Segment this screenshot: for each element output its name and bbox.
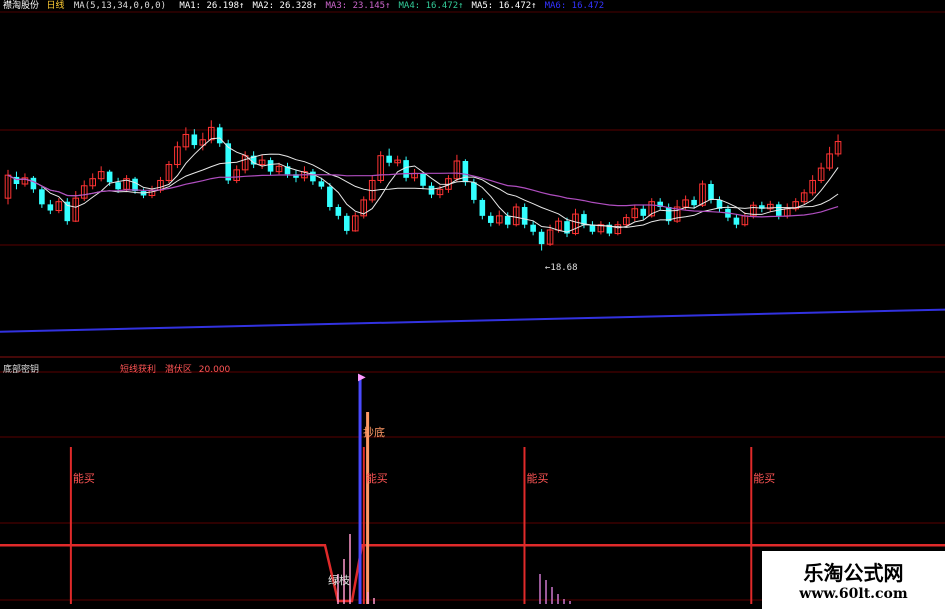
candle-body-down (344, 215, 350, 231)
low-price-marker: ←18.68 (545, 263, 578, 273)
candle-body-down (462, 161, 469, 183)
watermark-title: 乐淘公式网 (803, 561, 904, 585)
candle-body-down (115, 182, 121, 190)
buy-signal-label: 能买 (365, 472, 388, 485)
candle-body-down (428, 185, 435, 195)
stock-chart-window: 襟淘股份 日线 MA(5,13,34,0,0,0) MA1: 26.198↑ MA… (0, 0, 945, 609)
buy-signal-label: 能买 (526, 472, 549, 485)
candle-body-down (530, 224, 536, 232)
candle-body-down (106, 171, 113, 183)
watermark: 乐淘公式网 www.60lt.com (762, 551, 945, 609)
candle-body-down (327, 186, 333, 207)
long-ma-line (0, 308, 945, 333)
indicator-name[interactable]: 底部密钥 (3, 365, 39, 375)
candle-body-down (335, 207, 342, 216)
candle-body-down (267, 160, 274, 172)
candle-body-down (733, 217, 740, 225)
long-moving-average (0, 308, 945, 333)
candle-series (4, 120, 842, 251)
buy-signal-label: 能买 (753, 472, 776, 485)
candle-body-down (420, 173, 426, 186)
param-label: 短线获利 (120, 365, 157, 375)
candle-body-down (64, 201, 71, 222)
candle-body-down (691, 199, 697, 206)
candle-body-down (30, 177, 37, 190)
candle-body-down (191, 134, 198, 146)
param-value: 20.000 (198, 365, 231, 375)
arrow-marker: ▶ (358, 372, 366, 383)
candle-body-down (310, 171, 316, 182)
param-zone: 潜伏区 (164, 365, 192, 375)
indicator-header: 底部密钥 (3, 362, 39, 375)
candle-body-down (132, 178, 138, 192)
indicator-params: 短线获利 潜伏区 20.000 (120, 362, 230, 375)
candle-body-down (504, 215, 511, 225)
grid-lines (0, 11, 945, 601)
candle-body-down (216, 127, 223, 144)
buy-signal-label: 能买 (72, 472, 95, 485)
low-label: 绿枝 (328, 574, 350, 587)
candlestick-chart[interactable] (0, 0, 945, 609)
candle-body-down (386, 155, 392, 163)
candle-body-down (708, 184, 714, 200)
candle-body-down (318, 181, 325, 187)
candle-body-down (39, 189, 45, 205)
candle-body-down (47, 204, 54, 211)
candle-body-down (640, 208, 647, 216)
candle-body-down (487, 215, 494, 223)
candle-body-down (479, 199, 486, 216)
candle-body-down (589, 224, 596, 232)
bottom-fishing-label: 抄底 (363, 426, 385, 439)
watermark-url: www.60lt.com (799, 586, 908, 602)
candle-body-down (471, 182, 477, 200)
candle-body-down (538, 231, 545, 245)
candle-body-down (521, 207, 528, 225)
